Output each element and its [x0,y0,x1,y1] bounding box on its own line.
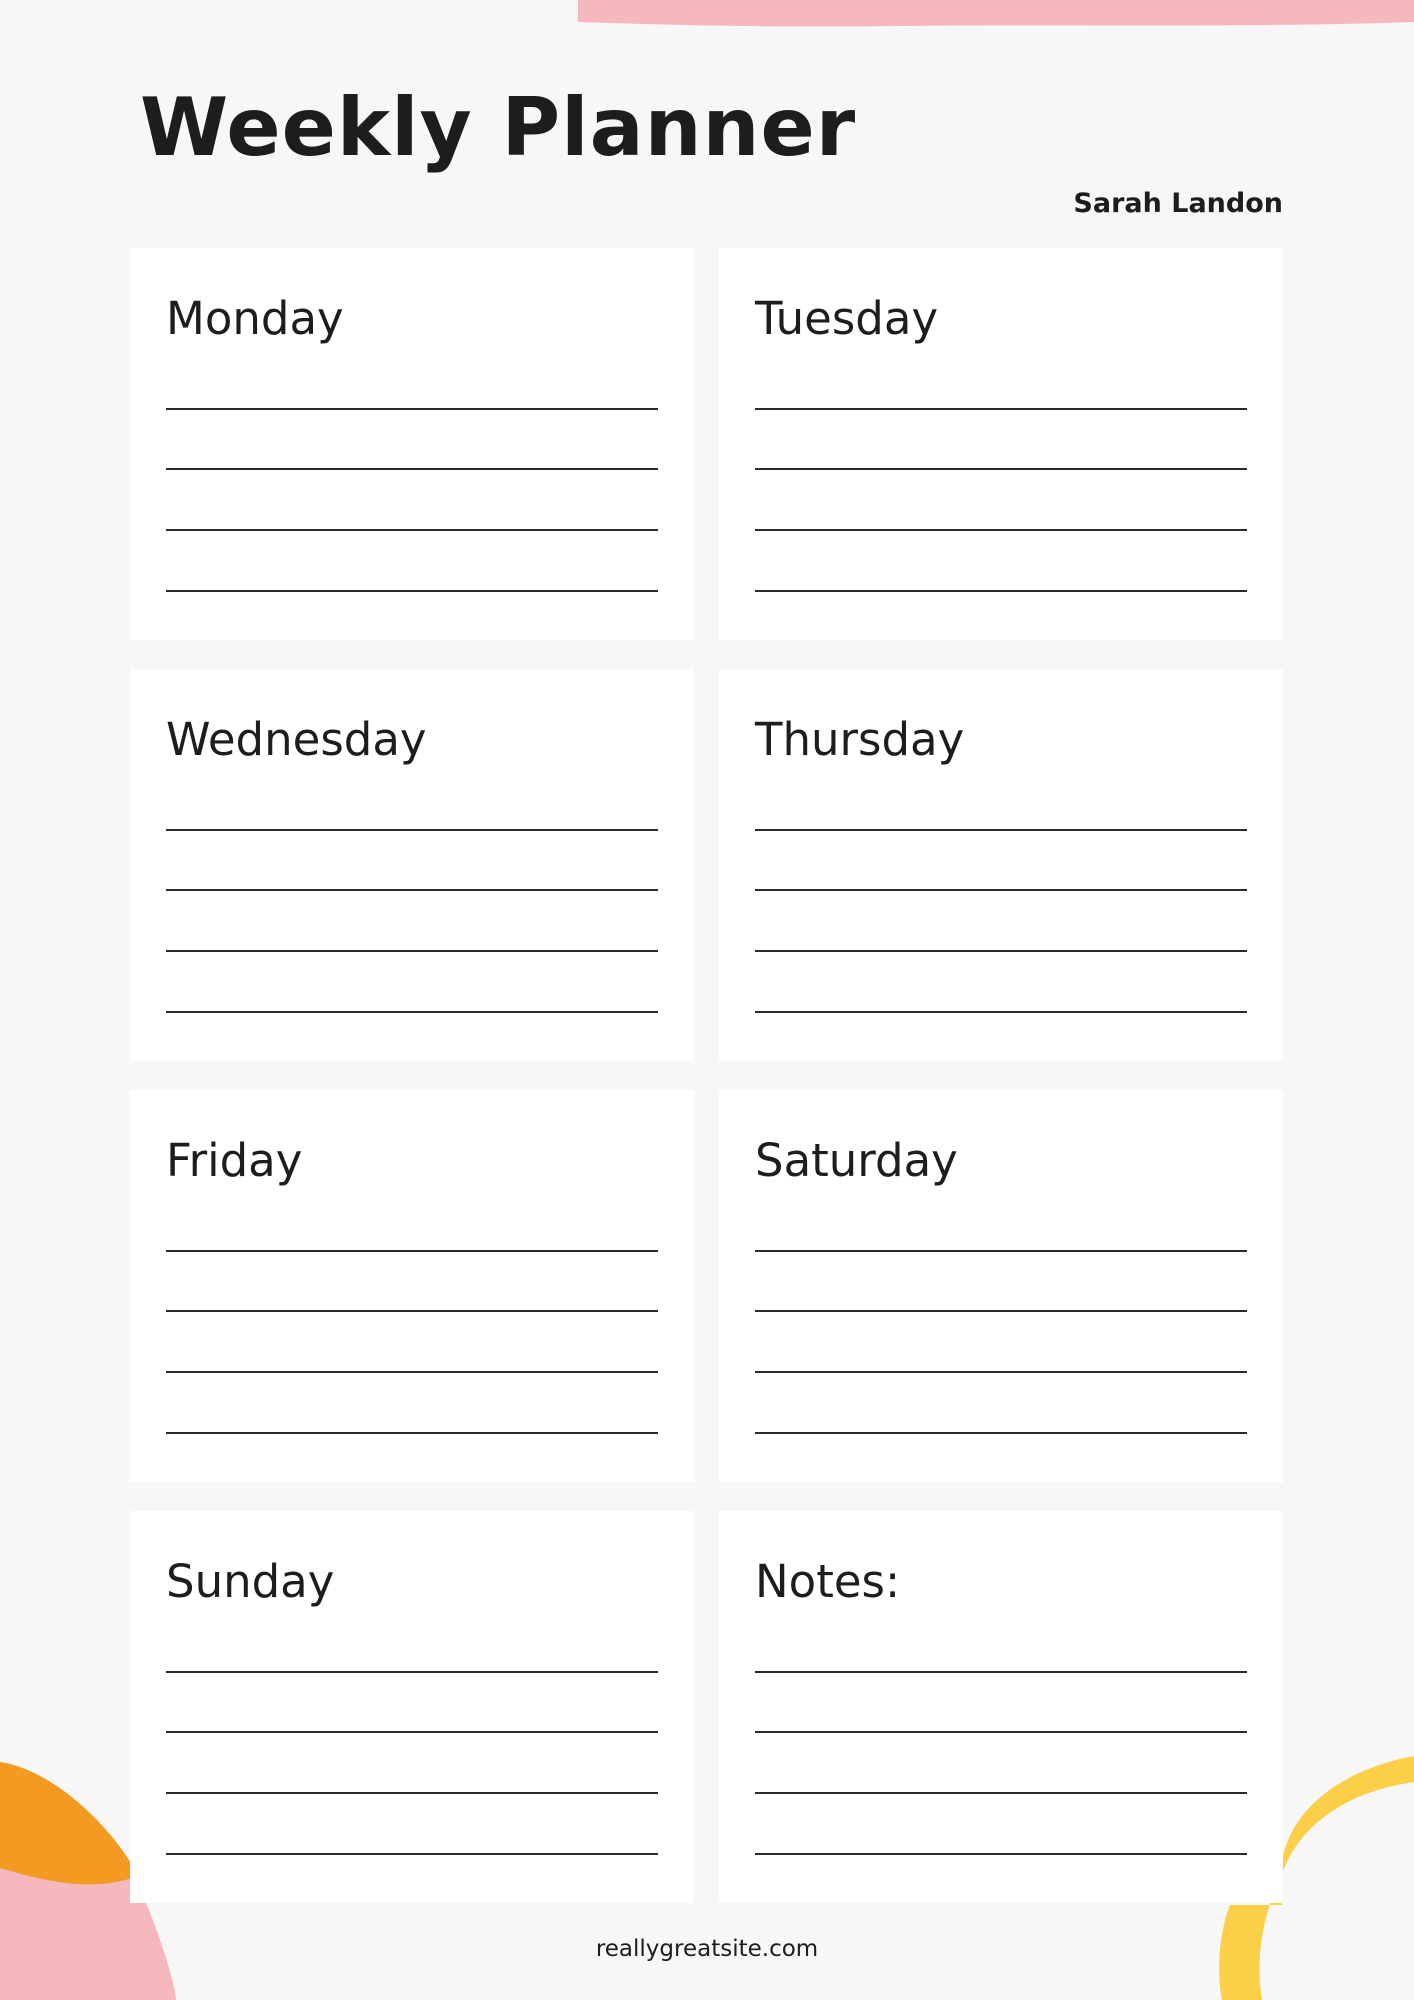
writing-line[interactable] [755,590,1247,592]
writing-line[interactable] [755,1250,1247,1252]
writing-line[interactable] [755,468,1247,470]
card-sunday: Sunday [130,1511,694,1903]
pink-top-blob [578,0,1414,27]
writing-line[interactable] [166,950,658,952]
writing-line[interactable] [755,889,1247,891]
writing-line[interactable] [755,1792,1247,1794]
writing-line[interactable] [166,590,658,592]
card-notes: Notes: [719,1511,1283,1903]
card-thursday: Thursday [719,669,1283,1061]
card-label: Tuesday [755,292,939,345]
card-monday: Monday [130,248,694,640]
card-wednesday: Wednesday [130,669,694,1061]
card-label: Thursday [755,713,965,766]
writing-line[interactable] [166,1250,658,1252]
writing-line[interactable] [166,829,658,831]
orange-bottom-left-blob [0,1762,138,1885]
card-label: Wednesday [166,713,427,766]
writing-line[interactable] [166,1011,658,1013]
writing-line[interactable] [755,1011,1247,1013]
writing-line[interactable] [755,1853,1247,1855]
writing-line[interactable] [166,1371,658,1373]
card-label: Notes: [755,1555,901,1608]
writing-line[interactable] [755,1310,1247,1312]
owner-name: Sarah Landon [1073,188,1283,219]
writing-line[interactable] [166,1310,658,1312]
writing-line[interactable] [166,1853,658,1855]
footer-website: reallygreatsite.com [595,1936,819,1962]
writing-line[interactable] [755,408,1247,410]
card-friday: Friday [130,1090,694,1482]
writing-line[interactable] [166,889,658,891]
writing-line[interactable] [755,529,1247,531]
page-title: Weekly Planner [140,81,857,174]
writing-line[interactable] [755,829,1247,831]
writing-line[interactable] [166,529,658,531]
card-label: Saturday [755,1134,958,1187]
card-tuesday: Tuesday [719,248,1283,640]
writing-line[interactable] [166,1792,658,1794]
card-label: Friday [166,1134,303,1187]
writing-line[interactable] [166,408,658,410]
writing-line[interactable] [755,950,1247,952]
card-saturday: Saturday [719,1090,1283,1482]
card-label: Monday [166,292,344,345]
writing-line[interactable] [166,1671,658,1673]
writing-line[interactable] [755,1731,1247,1733]
card-label: Sunday [166,1555,335,1608]
writing-line[interactable] [755,1432,1247,1434]
writing-line[interactable] [755,1371,1247,1373]
writing-line[interactable] [166,1731,658,1733]
writing-line[interactable] [166,1432,658,1434]
writing-line[interactable] [166,468,658,470]
writing-line[interactable] [755,1671,1247,1673]
